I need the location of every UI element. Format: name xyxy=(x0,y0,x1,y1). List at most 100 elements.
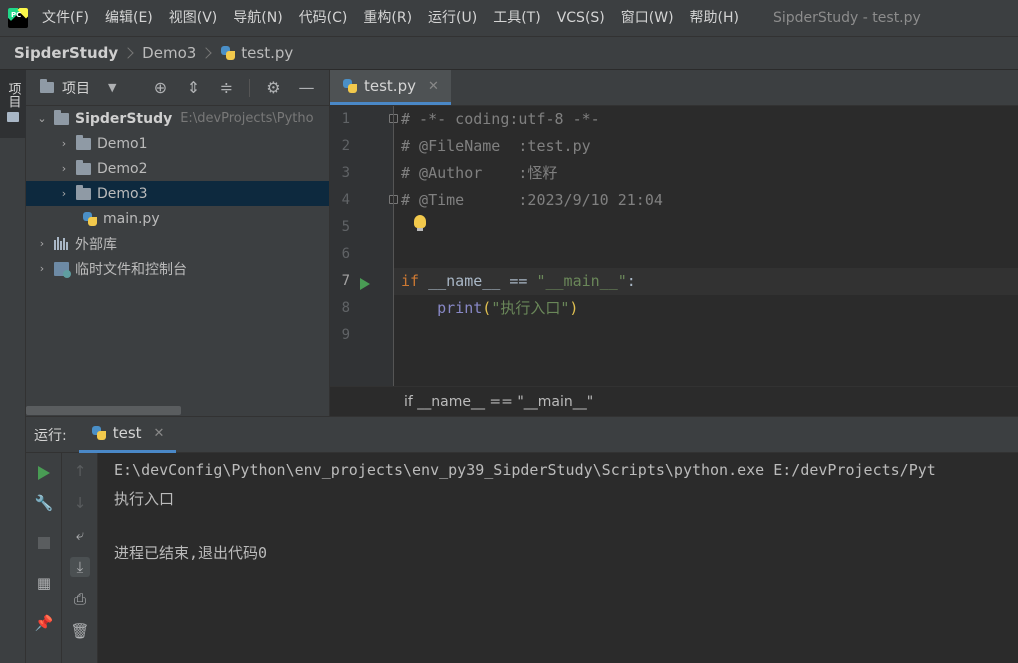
line-number: 8 xyxy=(341,300,350,316)
code-line-4: # @Time :2023/9/10 21:04 xyxy=(394,187,1018,214)
pin-icon[interactable]: 📌 xyxy=(34,613,54,633)
layout-icon[interactable]: ▦ xyxy=(34,573,54,593)
menu-file[interactable]: 文件(F) xyxy=(34,0,97,36)
chevron-right-icon[interactable]: › xyxy=(58,187,70,200)
code-editor: test.py ✕ 1 2 3 4 5 6 7 8 9 # -*- coding… xyxy=(329,70,1018,416)
console-output[interactable]: E:\devConfig\Python\env_projects\env_py3… xyxy=(98,453,1018,663)
tree-item-label: 外部库 xyxy=(75,236,117,253)
code-comment: # -*- coding:utf-8 -*- xyxy=(401,110,600,128)
left-tool-stripe: 项目 xyxy=(0,70,26,663)
code-line-7: if __name__ == "__main__": xyxy=(394,268,1018,295)
tree-item-label: SipderStudy xyxy=(75,110,173,127)
run-header: 运行: test ✕ xyxy=(26,417,1018,453)
breadcrumb-folder[interactable]: Demo3 xyxy=(142,44,196,62)
chevron-right-icon[interactable]: › xyxy=(36,262,48,275)
tree-item-project-root[interactable]: ⌄ SipderStudy E:\devProjects\Pytho xyxy=(26,106,329,131)
trash-icon[interactable]: 🗑 xyxy=(70,621,90,641)
console-line: E:\devConfig\Python\env_projects\env_py3… xyxy=(114,461,936,479)
line-number: 7 xyxy=(341,273,350,289)
soft-wrap-icon[interactable]: ⤶ xyxy=(70,525,90,545)
navigation-breadcrumb: SipderStudy Demo3 test.py xyxy=(0,36,1018,70)
minimize-icon[interactable]: — xyxy=(296,78,316,98)
tree-item-label: 临时文件和控制台 xyxy=(75,261,187,278)
lightbulb-icon[interactable] xyxy=(414,215,426,231)
wrench-icon[interactable]: 🔧 xyxy=(34,493,54,513)
code-line-8: print("执行入口") xyxy=(394,295,1018,322)
project-tree: ⌄ SipderStudy E:\devProjects\Pytho › Dem… xyxy=(26,106,329,281)
project-tool-label: 项目 xyxy=(5,82,21,108)
run-tab-label: test xyxy=(112,424,142,442)
chevron-right-icon[interactable]: › xyxy=(58,137,70,150)
line-number: 6 xyxy=(341,246,350,262)
python-file-icon xyxy=(342,78,358,94)
chevron-right-icon[interactable]: › xyxy=(58,162,70,175)
tree-item-scratches[interactable]: › 临时文件和控制台 xyxy=(26,256,329,281)
run-gutter-icon[interactable] xyxy=(360,278,370,290)
menu-vcs[interactable]: VCS(S) xyxy=(549,0,613,36)
line-number: 9 xyxy=(341,327,350,343)
project-tool-button[interactable]: 项目 xyxy=(0,70,26,138)
project-toolbar: 项目 ▼ ⊕ ⇕ ≑ ⚙ — xyxy=(26,70,329,106)
stop-button[interactable] xyxy=(34,533,54,553)
editor-tab-bar: test.py ✕ xyxy=(330,70,1018,106)
play-icon xyxy=(38,466,50,480)
folder-icon xyxy=(76,134,91,150)
console-line: 执行入口 xyxy=(114,490,175,508)
gear-icon[interactable]: ⚙ xyxy=(263,78,283,98)
menu-refactor[interactable]: 重构(R) xyxy=(355,0,420,36)
arrow-up-icon[interactable]: ↑ xyxy=(70,461,90,481)
run-tab-test[interactable]: test ✕ xyxy=(78,417,177,453)
tree-item-demo1[interactable]: › Demo1 xyxy=(26,131,329,156)
code-paren-open: ( xyxy=(482,299,492,317)
tree-item-label: main.py xyxy=(103,210,160,227)
tree-item-demo3[interactable]: › Demo3 xyxy=(26,181,329,206)
close-icon[interactable]: ✕ xyxy=(154,426,165,441)
line-number: 1 xyxy=(341,111,350,127)
menu-edit[interactable]: 编辑(E) xyxy=(97,0,161,36)
menu-bar: PC 文件(F) 编辑(E) 视图(V) 导航(N) 代码(C) 重构(R) 运… xyxy=(0,0,1018,36)
collapse-all-icon[interactable]: ≑ xyxy=(216,78,236,98)
menu-view[interactable]: 视图(V) xyxy=(161,0,226,36)
stop-icon xyxy=(38,537,50,549)
code-string: "__main__" xyxy=(536,272,627,290)
menu-run[interactable]: 运行(U) xyxy=(420,0,485,36)
project-view-selector[interactable]: 项目 ▼ xyxy=(40,78,116,98)
close-icon[interactable]: ✕ xyxy=(428,79,439,94)
horizontal-scrollbar[interactable] xyxy=(26,406,181,415)
menu-help[interactable]: 帮助(H) xyxy=(682,0,747,36)
chevron-right-icon[interactable]: › xyxy=(36,237,48,250)
chevron-down-icon[interactable]: ⌄ xyxy=(36,112,48,125)
scroll-to-end-icon[interactable]: ⤓ xyxy=(70,557,90,577)
arrow-down-icon[interactable]: ↓ xyxy=(70,493,90,513)
code-line-3: # @Author :怪籽 xyxy=(394,160,1018,187)
menu-window[interactable]: 窗口(W) xyxy=(613,0,682,36)
run-tool-window: 运行: test ✕ 🔧 ▦ 📌 ↑ ↓ ⤶ ⤓ ⎙ 🗑 E:\devConfi… xyxy=(26,416,1018,663)
rerun-button[interactable] xyxy=(34,463,54,483)
library-icon xyxy=(54,237,69,250)
editor-breadcrumb[interactable]: if __name__ == "__main__" xyxy=(330,386,1018,416)
scratches-icon xyxy=(54,261,71,278)
breadcrumb-separator-icon xyxy=(200,47,212,59)
tab-test-py[interactable]: test.py ✕ xyxy=(330,70,451,105)
breadcrumb-file[interactable]: test.py xyxy=(241,44,293,62)
tree-item-main-py[interactable]: main.py xyxy=(26,206,329,231)
tree-item-external-libraries[interactable]: › 外部库 xyxy=(26,231,329,256)
folder-icon xyxy=(76,159,91,175)
code-builtin: print xyxy=(437,299,483,317)
crosshair-icon[interactable]: ⊕ xyxy=(150,78,170,98)
line-number: 5 xyxy=(341,219,350,235)
tree-item-demo2[interactable]: › Demo2 xyxy=(26,156,329,181)
window-title: SipderStudy - test.py xyxy=(773,10,921,26)
expand-all-icon[interactable]: ⇕ xyxy=(183,78,203,98)
menu-tools[interactable]: 工具(T) xyxy=(485,0,548,36)
console-line: 进程已结束,退出代码0 xyxy=(114,544,268,562)
code-line-2: # @FileName :test.py xyxy=(394,133,1018,160)
print-icon[interactable]: ⎙ xyxy=(70,589,90,609)
code-string: "执行入口" xyxy=(491,299,570,317)
menu-navigate[interactable]: 导航(N) xyxy=(225,0,290,36)
pycharm-logo-icon: PC xyxy=(8,8,28,28)
breadcrumb-project[interactable]: SipderStudy xyxy=(14,44,118,62)
code-colon: : xyxy=(626,272,636,290)
code-text-area[interactable]: # -*- coding:utf-8 -*- # @FileName :test… xyxy=(394,106,1018,386)
menu-code[interactable]: 代码(C) xyxy=(291,0,356,36)
